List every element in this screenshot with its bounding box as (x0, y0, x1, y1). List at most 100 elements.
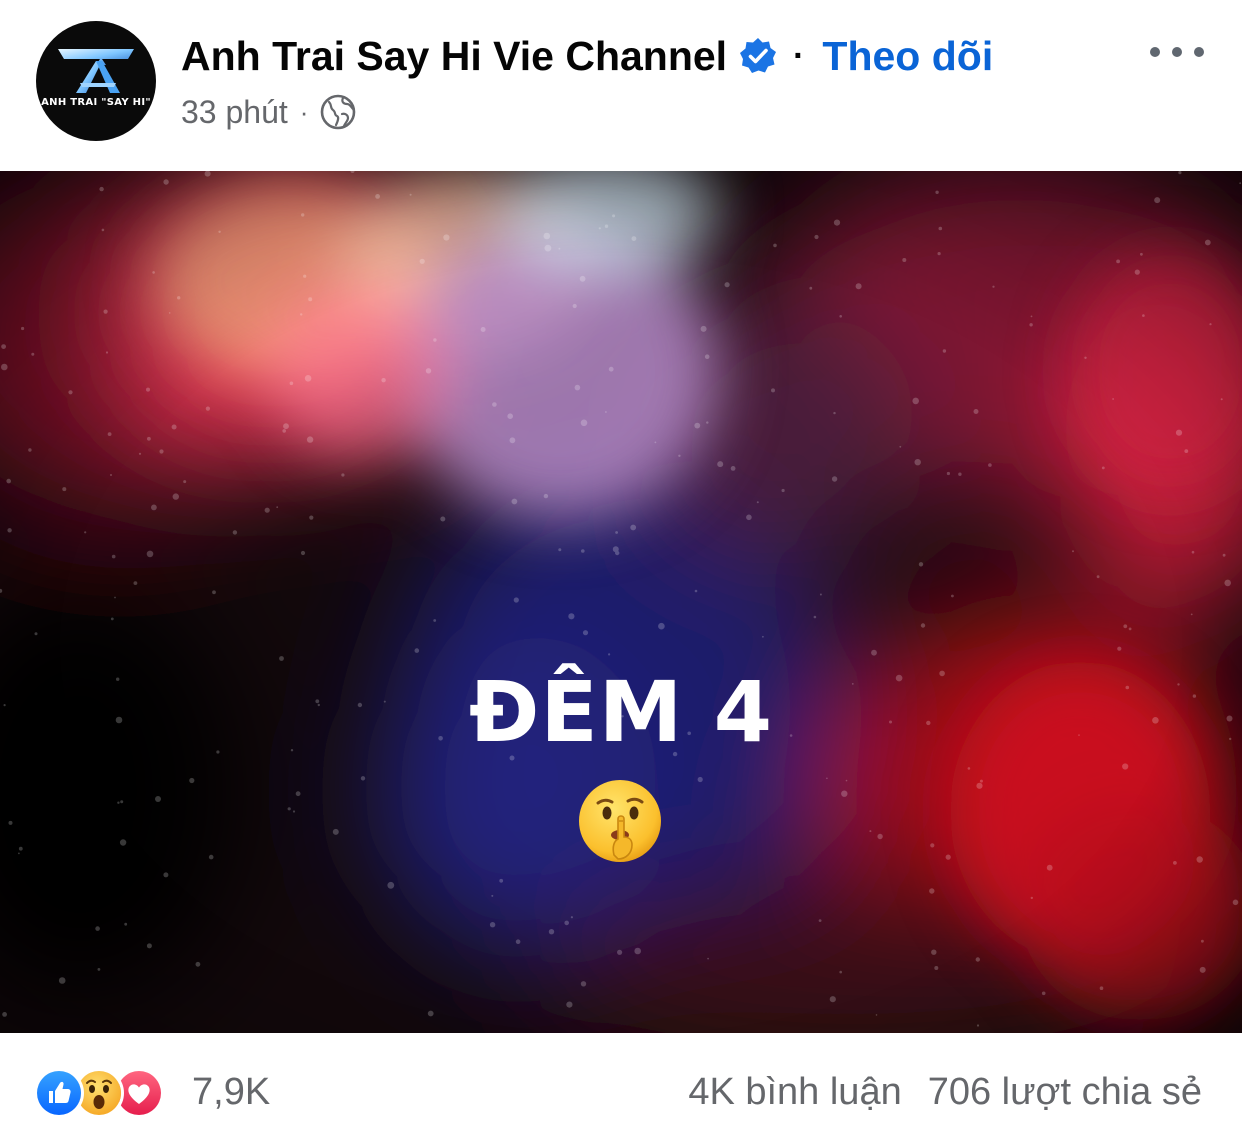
droplet (877, 833, 883, 840)
like-reaction-icon (34, 1068, 84, 1118)
droplet (931, 949, 937, 955)
droplet (945, 854, 951, 860)
comment-count[interactable]: 4K bình luận (688, 1071, 901, 1113)
droplet (1030, 315, 1033, 318)
droplet (566, 1001, 573, 1008)
droplet (427, 1010, 434, 1017)
droplet (839, 315, 842, 318)
droplet (580, 419, 588, 427)
droplet (107, 432, 112, 436)
droplet (183, 480, 187, 484)
droplet (208, 854, 214, 860)
droplet (1232, 899, 1239, 906)
reaction-count[interactable]: 7,9K (192, 1071, 270, 1114)
droplet (1154, 197, 1161, 204)
droplet (572, 303, 577, 309)
droplet (1084, 356, 1087, 359)
droplet (97, 968, 101, 971)
droplet (833, 411, 836, 415)
more-options-icon[interactable] (1150, 38, 1204, 66)
droplet (138, 452, 142, 455)
droplet (375, 194, 380, 199)
name-row: Anh Trai Say Hi Vie Channel · Theo dõi (181, 28, 993, 84)
droplet (289, 381, 294, 386)
post-time[interactable]: 33 phút (181, 94, 288, 131)
droplet (544, 244, 552, 252)
droplet (491, 894, 494, 897)
page-avatar[interactable]: ANH TRAI "SAY HI" (36, 21, 156, 141)
droplet (579, 275, 586, 282)
droplet (18, 846, 23, 851)
reaction-summary[interactable] (34, 1068, 184, 1118)
droplet (568, 613, 575, 620)
droplet (292, 810, 296, 813)
droplet (934, 966, 939, 970)
droplet (914, 459, 921, 466)
verified-badge-icon (739, 37, 777, 75)
page-name-link[interactable]: Anh Trai Say Hi Vie Channel (181, 33, 727, 80)
droplet (133, 581, 138, 585)
droplet (1222, 553, 1226, 557)
droplet (1196, 856, 1203, 863)
droplet (101, 228, 105, 232)
droplet (582, 630, 589, 636)
droplet (697, 776, 703, 783)
droplet (360, 776, 366, 781)
droplet (171, 424, 177, 430)
droplet (152, 271, 155, 274)
droplet (172, 493, 179, 500)
post-footer: 7,9K 4K bình luận 706 lượt chia sẻ (0, 1033, 1242, 1138)
droplet (975, 957, 980, 962)
droplet (1190, 613, 1193, 616)
droplet (958, 472, 962, 476)
droplet (117, 801, 120, 804)
droplet (946, 471, 951, 476)
droplet (634, 947, 641, 955)
droplet (813, 615, 817, 619)
droplet (425, 368, 432, 374)
droplet (707, 957, 709, 960)
droplet (440, 516, 446, 522)
droplet (826, 777, 828, 780)
droplet (1041, 991, 1046, 996)
follow-button[interactable]: Theo dõi (822, 33, 993, 80)
droplet (608, 366, 614, 372)
droplet (829, 996, 836, 1003)
droplet (937, 252, 941, 256)
droplet (114, 596, 116, 599)
droplet (124, 922, 128, 926)
droplet (381, 378, 386, 383)
droplet (414, 648, 420, 653)
droplet (855, 283, 862, 290)
post-image[interactable]: ĐÊM 4 (0, 171, 1242, 1033)
droplet (62, 487, 67, 492)
droplet (146, 387, 150, 392)
droplet (574, 384, 581, 391)
droplet (756, 501, 759, 504)
droplet (68, 390, 73, 395)
droplet (301, 213, 305, 217)
droplet (899, 445, 902, 448)
droplet (1116, 259, 1120, 264)
droplet (308, 297, 313, 302)
droplet (1239, 182, 1242, 185)
share-count[interactable]: 706 lượt chia sẻ (928, 1071, 1202, 1113)
droplet (746, 514, 752, 521)
droplet (1204, 239, 1211, 246)
droplet (580, 981, 587, 987)
droplet (155, 796, 161, 802)
droplet (18, 852, 20, 855)
droplet (287, 807, 291, 811)
post-header: ANH TRAI "SAY HI" Anh Trai Say Hi Vie Ch… (0, 0, 1242, 171)
droplet (309, 515, 314, 520)
droplet (833, 219, 841, 226)
droplet (1142, 314, 1145, 317)
droplet (499, 878, 504, 883)
droplet (845, 779, 848, 782)
droplet (99, 186, 104, 192)
droplet (543, 232, 551, 240)
shushing-face-emoji (576, 777, 664, 865)
avatar-logo (58, 49, 134, 93)
droplet (581, 549, 585, 553)
droplet (507, 413, 513, 419)
